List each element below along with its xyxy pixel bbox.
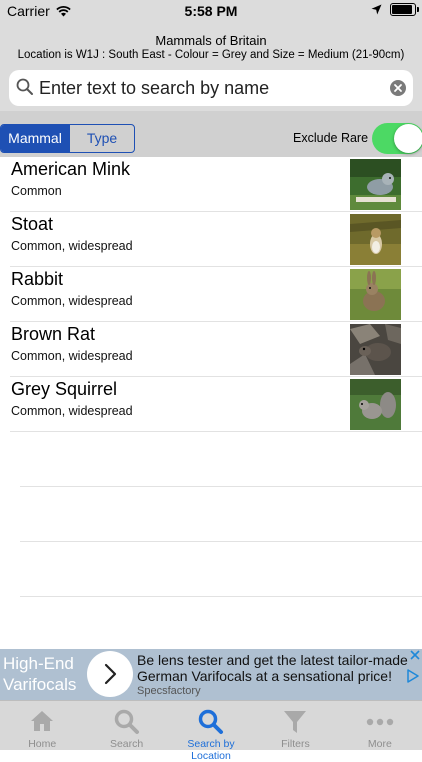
search-field[interactable]	[9, 70, 413, 106]
ad-source: Specsfactory	[137, 685, 201, 697]
clear-search-button[interactable]	[390, 80, 406, 96]
ad-close-icon[interactable]	[409, 649, 421, 661]
animal-name: Rabbit	[11, 269, 64, 289]
ad-choices-icon[interactable]	[407, 669, 419, 683]
list-item[interactable]: Rabbit Common, widespread	[0, 267, 422, 322]
divider	[20, 486, 422, 487]
ad-body: Be lens tester and get the latest tailor…	[137, 652, 408, 684]
tab-bar: Home Search Search by Location Filters M…	[0, 700, 422, 762]
home-icon	[31, 711, 54, 731]
animal-name: Brown Rat	[11, 324, 96, 344]
search-icon	[198, 709, 224, 734]
app-header: Mammals of Britain Location is W1J : Sou…	[0, 22, 422, 64]
toggle-knob	[394, 124, 422, 153]
search-bar	[0, 64, 422, 111]
rabbit-thumbnail	[350, 269, 401, 320]
animal-status: Common, widespread	[11, 294, 133, 308]
close-icon	[394, 84, 402, 92]
exclude-rare-label: Exclude Rare	[293, 131, 369, 145]
filter-icon	[284, 711, 307, 733]
status-time: 5:58 PM	[184, 3, 238, 19]
squirrel-thumbnail	[350, 379, 401, 430]
chevron-right-icon	[104, 663, 117, 685]
rat-thumbnail	[350, 324, 401, 375]
results-list: American Mink Common Stoat Common, wides…	[0, 157, 422, 432]
more-icon	[366, 718, 394, 726]
divider	[20, 431, 422, 432]
ad-banner[interactable]: High-End Varifocals Be lens tester and g…	[0, 649, 422, 700]
tab-label: Filters	[281, 738, 310, 750]
tab-home[interactable]: Home	[0, 701, 84, 750]
list-item[interactable]: Grey Squirrel Common, widespread	[0, 377, 422, 432]
filter-bar: Mammal Type Exclude Rare	[0, 111, 422, 157]
tab-label: Home	[28, 738, 57, 750]
divider	[20, 541, 422, 542]
stoat-thumbnail	[350, 214, 401, 265]
animal-status: Common, widespread	[11, 349, 133, 363]
search-input[interactable]	[39, 70, 379, 106]
animal-status: Common	[11, 184, 62, 198]
page-title: Mammals of Britain	[155, 33, 267, 48]
list-item[interactable]: Brown Rat Common, widespread	[0, 322, 422, 377]
animal-status: Common, widespread	[11, 239, 133, 253]
segment-mammal[interactable]: Mammal	[1, 125, 69, 152]
location-arrow-icon	[371, 4, 382, 15]
ad-open-button[interactable]	[87, 651, 133, 697]
list-item[interactable]: American Mink Common	[0, 157, 422, 212]
tab-search-by-location[interactable]: Search by Location	[169, 701, 253, 762]
tab-search[interactable]: Search	[84, 701, 168, 750]
segment-type[interactable]: Type	[69, 125, 134, 152]
list-item[interactable]: Stoat Common, widespread	[0, 212, 422, 267]
battery-icon	[390, 3, 419, 16]
category-segmented-control: Mammal Type	[0, 124, 135, 153]
status-bar: Carrier 5:58 PM	[0, 0, 422, 22]
animal-name: Grey Squirrel	[11, 379, 118, 399]
search-icon	[114, 709, 139, 734]
tab-label: More	[367, 738, 392, 750]
mink-thumbnail	[350, 159, 401, 210]
tab-more[interactable]: More	[338, 701, 422, 750]
exclude-rare-toggle[interactable]	[372, 123, 422, 154]
search-icon	[16, 78, 33, 95]
animal-name: American Mink	[11, 159, 131, 179]
tab-filters[interactable]: Filters	[253, 701, 337, 750]
animal-status: Common, widespread	[11, 404, 133, 418]
tab-label: Search by Location	[187, 738, 235, 762]
ad-headline: High-End Varifocals	[3, 654, 77, 694]
divider	[20, 596, 422, 597]
animal-name: Stoat	[11, 214, 54, 234]
location-summary: Location is W1J : South East - Colour = …	[17, 49, 405, 61]
tab-label: Search	[109, 738, 144, 750]
